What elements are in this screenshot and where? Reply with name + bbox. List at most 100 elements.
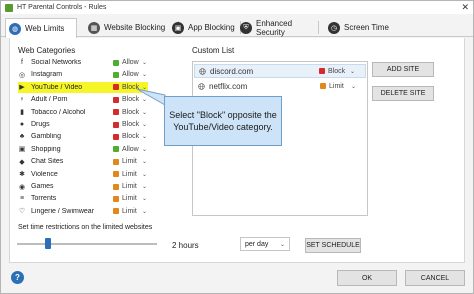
custom-site-name: netflix.com: [209, 81, 248, 91]
block-status-icon: [113, 121, 119, 128]
tab-website-blocking[interactable]: ▦ Website Blocking: [85, 18, 179, 37]
lingerie-icon: ♡: [18, 208, 26, 216]
ok-button[interactable]: OK: [337, 270, 397, 286]
help-icon[interactable]: ?: [11, 271, 24, 284]
tab-web-limits[interactable]: ◍ Web Limits: [5, 18, 77, 38]
category-row: ▮ Tobacco / Alcohol Block ⌄: [18, 107, 148, 118]
custom-site-status[interactable]: Limit ⌄: [320, 83, 366, 90]
chevron-down-icon: ⌄: [142, 134, 148, 141]
chevron-down-icon: ⌄: [142, 146, 148, 153]
category-status-dropdown[interactable]: Limit ⌄: [113, 183, 147, 190]
category-label: Shopping: [31, 145, 61, 153]
limit-status-icon: [320, 83, 326, 89]
chevron-down-icon: ⌄: [350, 68, 356, 75]
tab-label: Screen Time: [344, 23, 389, 32]
chevron-down-icon: ⌄: [142, 72, 148, 79]
custom-site-name: discord.com: [210, 66, 254, 76]
instruction-tooltip: Select "Block" opposite the YouTube/Vide…: [164, 96, 282, 146]
gambling-icon: ♣: [19, 133, 25, 141]
time-slider-thumb[interactable]: [44, 238, 51, 249]
chevron-down-icon: ⌄: [142, 122, 148, 128]
category-status-dropdown[interactable]: Limit ⌄: [113, 158, 147, 165]
web-limits-panel: Web Categories f Social Networks Allow ⌄ ◎ In…: [9, 38, 465, 263]
tab-enhanced-security[interactable]: ⛨ Enhanced Security: [237, 18, 319, 37]
shopping-icon: ▣: [18, 146, 26, 154]
category-row: f Social Networks Allow ⌄: [18, 57, 148, 68]
allow-status-icon: [113, 59, 119, 66]
category-status-dropdown[interactable]: Limit ⌄: [113, 195, 147, 202]
add-site-button[interactable]: ADD SITE: [372, 62, 434, 77]
youtube-icon: ▶: [19, 84, 25, 92]
cancel-button[interactable]: CANCEL: [405, 270, 465, 286]
category-label: Tobacco / Alcohol: [31, 108, 86, 116]
instagram-icon: ◎: [18, 71, 26, 79]
category-row: ♡ Lingerie / Swimwear Limit ⌄: [18, 206, 148, 217]
chevron-down-icon: ⌄: [142, 208, 148, 215]
tobacco-icon: ▮: [20, 109, 24, 117]
category-status-dropdown[interactable]: Block ⌄: [113, 121, 147, 128]
limit-status-icon: [113, 183, 119, 190]
set-schedule-button[interactable]: SET SCHEDULE: [305, 238, 361, 253]
delete-site-button[interactable]: DELETE SITE: [372, 86, 434, 101]
category-status-dropdown[interactable]: Allow ⌄: [113, 146, 147, 153]
category-row: ♀ Adult / Porn Block ⌄: [18, 94, 148, 105]
custom-list-row[interactable]: discord.com Block ⌄: [194, 64, 366, 78]
adult-icon: ♀: [19, 96, 25, 104]
category-label: Drugs: [31, 121, 50, 128]
category-label: Chat Sites: [31, 158, 64, 166]
status-label: Allow: [122, 59, 139, 66]
status-label: Limit: [122, 195, 137, 203]
status-label: Limit: [122, 170, 137, 178]
chevron-down-icon: ⌄: [142, 184, 148, 190]
period-select[interactable]: per day ⌄: [240, 237, 290, 251]
block-status-icon: [113, 109, 119, 116]
category-status-dropdown[interactable]: Allow ⌄: [113, 59, 147, 66]
games-icon: ◉: [18, 183, 26, 191]
status-label: Limit: [122, 183, 137, 190]
category-label: Torrents: [31, 195, 57, 203]
category-row: ◆ Chat Sites Limit ⌄: [18, 156, 148, 167]
shield-icon: ⛨: [240, 21, 252, 34]
category-row: ◎ Instagram Allow ⌄: [18, 69, 148, 80]
drugs-icon: ●: [19, 121, 25, 128]
block-status-icon: [113, 133, 119, 140]
allow-status-icon: [113, 146, 119, 153]
limit-status-icon: [113, 208, 119, 215]
block-status-icon: [319, 68, 325, 74]
close-icon[interactable]: ✕: [461, 1, 469, 14]
category-status-dropdown[interactable]: Limit ⌄: [113, 171, 147, 178]
period-value: per day: [245, 240, 269, 248]
social-networks-icon: f: [21, 59, 23, 66]
category-row: ✱ Violence Limit ⌄: [18, 169, 148, 180]
globe-icon: [199, 67, 206, 75]
tab-label: Web Limits: [25, 24, 65, 33]
block-status-icon: [113, 96, 119, 103]
chevron-down-icon: ⌄: [142, 159, 148, 166]
time-slider-track[interactable]: [17, 243, 157, 245]
tab-screen-time[interactable]: ◷ Screen Time: [325, 18, 395, 37]
block-status-icon: [113, 84, 119, 91]
status-label: Allow: [122, 71, 139, 79]
status-label: Limit: [122, 158, 137, 166]
category-status-dropdown[interactable]: Block ⌄: [113, 133, 147, 140]
chevron-down-icon: ⌄: [351, 83, 357, 90]
category-row: ● Drugs Block ⌄: [18, 119, 148, 130]
globe-icon: [198, 82, 205, 90]
chat-icon: ◆: [19, 158, 25, 166]
chevron-down-icon: ⌄: [142, 60, 148, 66]
category-label: Violence: [31, 170, 58, 178]
app-icon: [5, 3, 13, 12]
custom-site-status[interactable]: Block ⌄: [319, 68, 365, 75]
custom-list-row[interactable]: netflix.com Limit ⌄: [194, 79, 366, 93]
status-label: Block: [122, 133, 140, 141]
tab-app-blocking[interactable]: ▣ App Blocking: [169, 18, 241, 37]
category-label: YouTube / Video: [31, 83, 83, 91]
status-label: Block: [122, 121, 140, 128]
tab-label: App Blocking: [188, 23, 235, 32]
time-limit-label: Set time restrictions on the limited web…: [18, 224, 153, 231]
category-status-dropdown[interactable]: Limit ⌄: [113, 208, 147, 215]
category-row: ♣ Gambling Block ⌄: [18, 131, 148, 142]
chevron-down-icon: ⌄: [142, 196, 148, 203]
category-status-dropdown[interactable]: Allow ⌄: [113, 71, 147, 78]
allow-status-icon: [113, 71, 119, 78]
